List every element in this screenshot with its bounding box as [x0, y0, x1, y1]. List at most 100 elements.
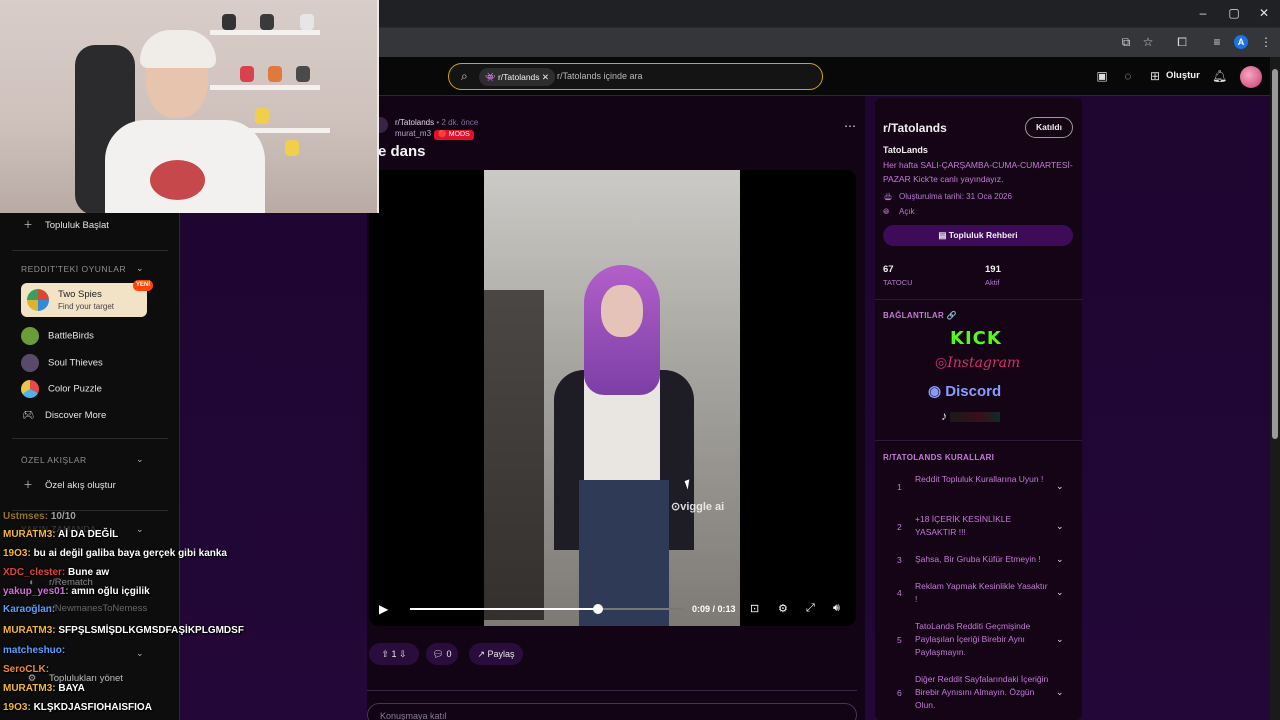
visibility: 🌐︎ Açık — [883, 207, 919, 217]
play-icon[interactable]: ▶ — [379, 602, 388, 616]
streamer-hair — [140, 30, 216, 68]
share-button[interactable]: ↗ Paylaş — [469, 643, 523, 665]
rule-text[interactable]: Şahsa, Bir Gruba Küfür Etmeyin ! — [915, 553, 1050, 566]
search-bar[interactable]: ⌕ 👾 r/Tatolands ✕ r/Tatolands içinde ara — [448, 63, 823, 90]
chat-message: MURATM3: BAYA — [3, 683, 85, 694]
more-options-icon[interactable]: ⋯ — [844, 119, 856, 133]
vote-count: 1 — [391, 649, 397, 659]
create-feed-item[interactable]: ＋ Özel akış oluştur — [21, 477, 116, 495]
maximize-button[interactable]: ▢ — [1227, 6, 1241, 20]
soul-thieves-icon — [21, 354, 39, 372]
advertise-icon[interactable]: ▣ — [1095, 69, 1109, 83]
chat-message: Karaoğlan: — [3, 604, 55, 615]
user-avatar[interactable] — [1240, 66, 1262, 88]
install-app-icon[interactable]: ⧉ — [1118, 34, 1134, 50]
scrollbar-thumb[interactable] — [1272, 69, 1278, 439]
chevron-down-icon[interactable]: ⌄ — [136, 263, 144, 274]
create-plus-icon[interactable]: ⊞ — [1148, 69, 1162, 83]
comment-input[interactable]: Konuşmaya katıl — [367, 703, 857, 720]
start-community-item[interactable]: ＋ Topluluk Başlat — [21, 217, 109, 235]
chat-message: 19O3: bu ai değil galiba baya gerçek gib… — [3, 548, 227, 559]
search-input[interactable]: r/Tatolands içinde ara — [557, 64, 643, 89]
chat-text: 10/10 — [50, 511, 76, 522]
custom-feeds-header[interactable]: ÖZEL AKIŞLAR — [21, 455, 87, 465]
settings-gear-icon[interactable]: ⚙ — [778, 602, 788, 615]
sidebar-divider — [12, 250, 168, 251]
subreddit-search-chip[interactable]: 👾 r/Tatolands ✕ — [479, 68, 556, 86]
chevron-down-icon[interactable]: ⌄ — [136, 524, 144, 535]
close-window-button[interactable]: ✕ — [1257, 6, 1271, 20]
fullscreen-icon[interactable]: ⤢ — [806, 602, 815, 615]
kick-link[interactable]: KICK — [950, 328, 1002, 349]
media-controls-icon[interactable]: ≡ — [1209, 34, 1225, 50]
figure-toy — [300, 14, 314, 30]
chat-message: matcheshuo: — [3, 645, 65, 656]
games-section-header[interactable]: REDDIT'TEKİ OYUNLAR — [21, 264, 126, 274]
community-guide-button[interactable]: ▤ Topluluk Rehberi — [883, 225, 1073, 246]
notifications-bell-icon[interactable]: 🔔︎ — [1212, 69, 1227, 83]
game-item-battlebirds[interactable]: BattleBirds — [21, 327, 94, 345]
game-title: Two Spies — [58, 289, 102, 300]
game-item-color-puzzle[interactable]: Color Puzzle — [21, 380, 102, 398]
rule-text[interactable]: Diğer Reddit Sayfalarındaki İçeriğin Bir… — [915, 673, 1050, 712]
guide-label: Topluluk Rehberi — [948, 230, 1018, 240]
tiktok-link[interactable]: ♪ — [941, 409, 1001, 423]
chevron-down-icon[interactable]: ⌄ — [1056, 587, 1064, 598]
tiktok-icon: ♪ — [941, 409, 947, 423]
book-icon: ▤ — [938, 230, 947, 240]
upvote-icon[interactable]: ⇧ — [381, 649, 389, 659]
captions-icon[interactable]: ⊡ — [750, 602, 759, 615]
figure-toy — [285, 140, 299, 156]
rule-text[interactable]: +18 İÇERİK KESİNLİKLE YASAKTIR !!! — [915, 513, 1050, 539]
rule-number: 6 — [897, 688, 902, 698]
search-icon: ⌕ — [461, 69, 468, 83]
volume-icon[interactable]: 🔊︎ — [833, 602, 840, 615]
rule-text[interactable]: Reddit Topluluk Kurallarına Uyun ! — [915, 473, 1050, 486]
rule-number: 3 — [897, 555, 902, 565]
joined-button[interactable]: Katıldı — [1025, 117, 1073, 138]
chevron-down-icon[interactable]: ⌄ — [136, 648, 144, 659]
discover-more-label: Discover More — [45, 410, 107, 421]
chevron-down-icon[interactable]: ⌄ — [1056, 687, 1064, 698]
members-count: 67 — [883, 264, 894, 275]
rule-text[interactable]: TatoLands Redditi Geçmişinde Paylaşılan … — [915, 620, 1050, 659]
post-author-row: murat_m3 🔴 MODS — [395, 129, 474, 140]
bookmark-star-icon[interactable]: ☆ — [1140, 34, 1156, 50]
chevron-down-icon[interactable]: ⌄ — [1056, 481, 1064, 492]
video-player[interactable]: ⊙viggle ai ▶ 0:09 / 0:13 ⊡ ⚙ ⤢ 🔊︎ — [369, 170, 856, 626]
post-title[interactable]: e dans — [378, 143, 426, 160]
browser-menu-icon[interactable]: ⋮ — [1258, 34, 1274, 50]
chevron-down-icon[interactable]: ⌄ — [1056, 634, 1064, 645]
instagram-link[interactable]: ◎Instagram — [935, 355, 1020, 371]
plus-icon: ＋ — [23, 220, 33, 231]
game-item-soul-thieves[interactable]: Soul Thieves — [21, 354, 103, 372]
video-seek-bar[interactable] — [410, 604, 683, 614]
discord-link[interactable]: ◉ Discord — [928, 382, 1001, 400]
extensions-icon[interactable]: ⧠ — [1174, 34, 1190, 50]
chip-label: r/Tatolands — [497, 72, 540, 82]
page-scrollbar[interactable] — [1270, 57, 1280, 720]
create-button[interactable]: Oluştur — [1166, 69, 1200, 83]
discover-more-item[interactable]: 🎮︎ Discover More — [21, 407, 106, 425]
rule-text[interactable]: Reklam Yapmak Kesinlikle Yasaktır ! — [915, 580, 1050, 606]
new-badge: YENİ — [133, 280, 154, 291]
watermark-text: viggle ai — [680, 501, 725, 513]
post-author-link[interactable]: murat_m3 — [395, 129, 431, 138]
webcam-overlay — [0, 0, 379, 213]
chat-nick: MURATM3: — [3, 529, 56, 540]
rules-header: R/TATOLANDS KURALLARI — [883, 453, 995, 462]
chevron-down-icon[interactable]: ⌄ — [1056, 521, 1064, 532]
chevron-down-icon[interactable]: ⌄ — [1056, 554, 1064, 565]
downvote-icon[interactable]: ⇩ — [399, 649, 407, 659]
profile-avatar[interactable]: A — [1234, 35, 1248, 49]
discord-label: Discord — [945, 383, 1002, 400]
chat-icon[interactable]: ◌ — [1121, 69, 1135, 83]
comment-count: 0 — [446, 649, 452, 659]
rule-number: 4 — [897, 588, 902, 598]
two-spies-card[interactable]: Two Spies Find your target YENİ — [21, 280, 154, 317]
minimize-button[interactable]: – — [1196, 6, 1210, 20]
post-subreddit-link[interactable]: r/Tatolands — [395, 118, 434, 127]
comment-icon: 💬︎ — [432, 649, 444, 659]
comments-button[interactable]: 💬︎ 0 — [426, 643, 458, 665]
chevron-down-icon[interactable]: ⌄ — [136, 454, 144, 465]
